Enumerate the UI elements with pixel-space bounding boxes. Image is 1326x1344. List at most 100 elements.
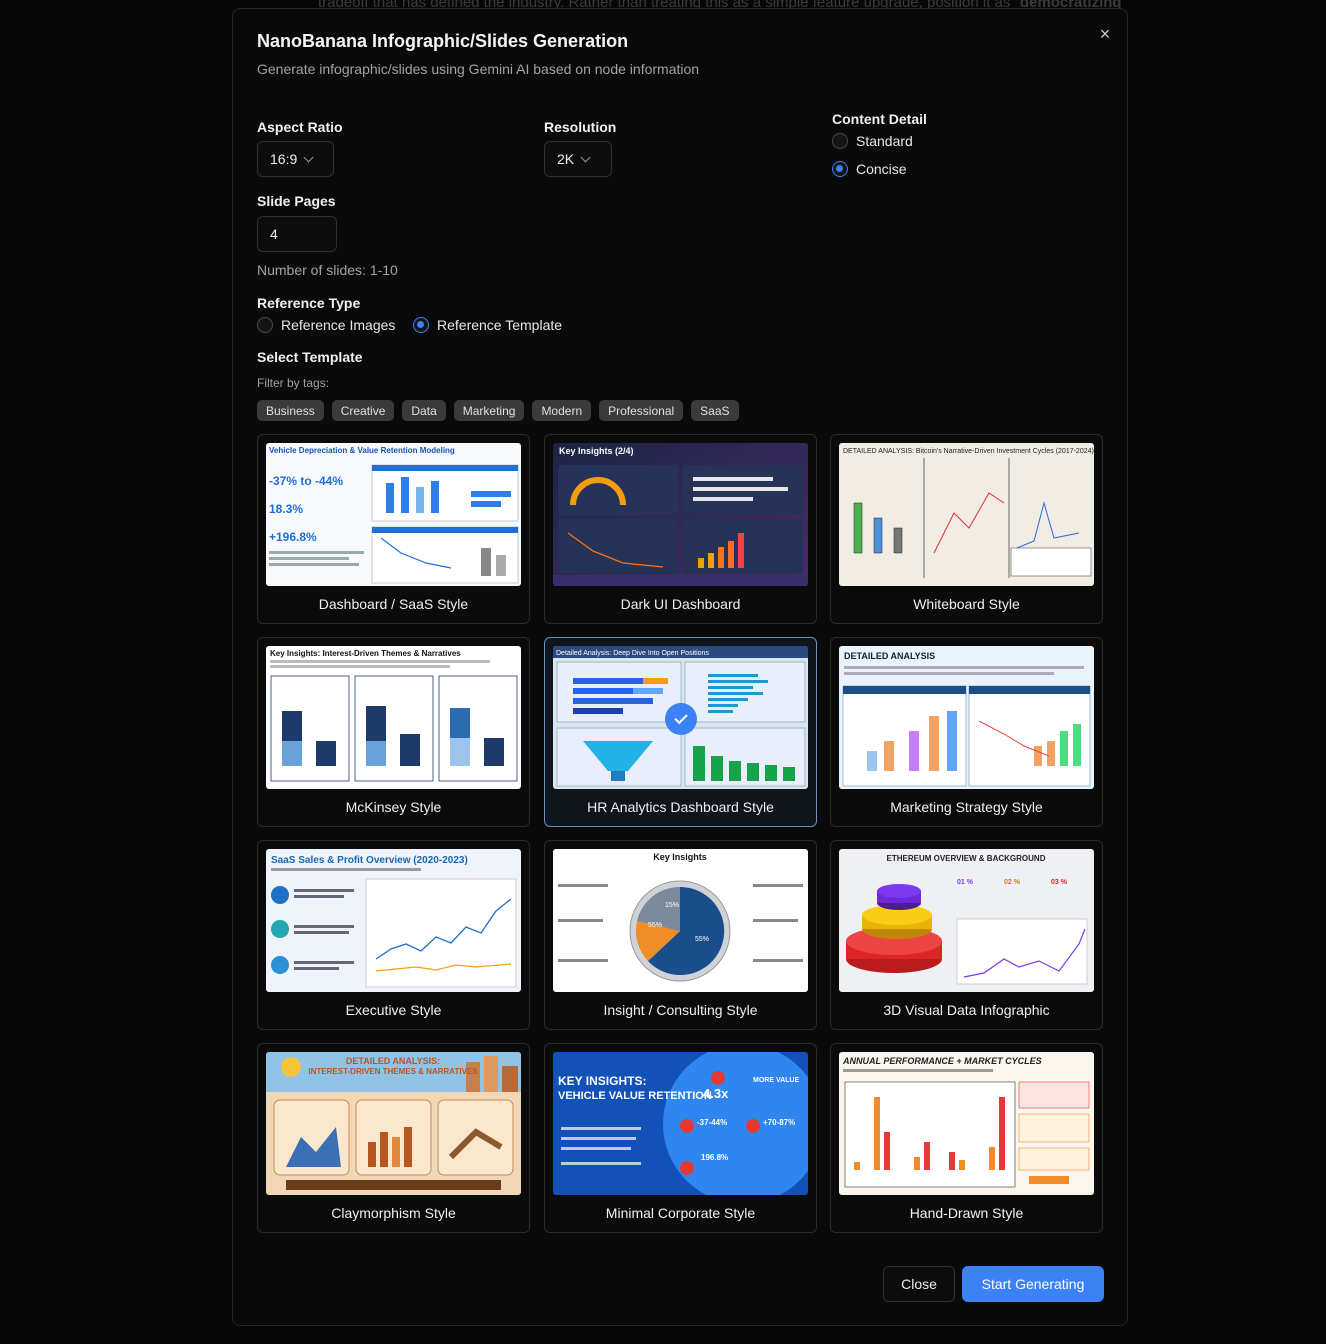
- template-card-claymorphism[interactable]: DETAILED ANALYSIS: INTEREST-DRIVEN THEME…: [257, 1043, 530, 1233]
- slide-pages-label: Slide Pages: [257, 193, 336, 209]
- selected-check-icon: [665, 703, 697, 735]
- template-card-3d-visual[interactable]: ETHEREUM OVERVIEW & BACKGROUND 01 % 02 %…: [830, 840, 1103, 1030]
- tag-professional[interactable]: Professional: [599, 400, 684, 421]
- content-detail-standard[interactable]: Standard: [832, 133, 913, 149]
- thumb-subtitle: INTEREST-DRIVEN THEMES & NARRATIVES: [308, 1067, 478, 1076]
- template-name: HR Analytics Dashboard Style: [587, 799, 774, 815]
- template-name: Marketing Strategy Style: [890, 799, 1043, 815]
- thumb-stat: 01 %: [957, 879, 974, 886]
- template-thumbnail: Key Insights (2/4): [553, 443, 808, 586]
- thumb-stat: +70-87%: [763, 1118, 795, 1127]
- reference-template-option[interactable]: Reference Template: [413, 317, 562, 333]
- thumb-title: Detailed Analysis: Deep Dive Into Open P…: [556, 650, 709, 657]
- resolution-select[interactable]: 2K: [544, 141, 612, 177]
- thumb-title: DETAILED ANALYSIS: Bitcoin's Narrative-D…: [843, 448, 1094, 455]
- template-card-executive[interactable]: SaaS Sales & Profit Overview (2020-2023)…: [257, 840, 530, 1030]
- chevron-down-icon: [580, 152, 591, 162]
- resolution-value: 2K: [557, 151, 575, 167]
- thumb-stat: 02 %: [1004, 879, 1021, 886]
- thumb-title: DETAILED ANALYSIS: [844, 651, 935, 661]
- tag-business[interactable]: Business: [257, 400, 324, 421]
- thumb-stat: 55%: [648, 922, 662, 929]
- template-card-minimal-corporate[interactable]: KEY INSIGHTS: VEHICLE VALUE RETENTION 4.…: [544, 1043, 817, 1233]
- close-icon[interactable]: ×: [1096, 25, 1114, 43]
- close-button[interactable]: Close: [883, 1266, 955, 1302]
- template-thumbnail: Key Insights 15% 55% 55%: [553, 849, 808, 992]
- thumb-title: Key Insights (2/4): [559, 446, 634, 456]
- template-name: Hand-Drawn Style: [909, 1205, 1024, 1221]
- thumb-title: KEY INSIGHTS:: [558, 1074, 646, 1088]
- aspect-ratio-value: 16:9: [270, 151, 298, 167]
- radio-selected-icon: [832, 161, 848, 177]
- tag-creative[interactable]: Creative: [331, 400, 395, 421]
- template-thumbnail: DETAILED ANALYSIS: [839, 646, 1094, 789]
- thumb-stat: +196.8%: [269, 530, 317, 544]
- reference-type-label: Reference Type: [257, 295, 361, 311]
- radio-label: Reference Template: [437, 317, 563, 333]
- generation-dialog: × NanoBanana Infographic/Slides Generati…: [232, 8, 1128, 1326]
- radio-selected-icon: [413, 317, 429, 333]
- template-card-dark-ui[interactable]: Key Insights (2/4) Dark UI Dashboard: [544, 434, 817, 624]
- template-thumbnail: SaaS Sales & Profit Overview (2020-2023): [266, 849, 521, 992]
- content-detail-concise[interactable]: Concise: [832, 161, 907, 177]
- thumb-title: Key Insights: Interest-Driven Themes & N…: [270, 649, 461, 658]
- content-detail-label: Content Detail: [832, 111, 927, 127]
- template-thumbnail: ANNUAL PERFORMANCE + MARKET CYCLES: [839, 1052, 1094, 1195]
- thumb-stat: 15%: [665, 902, 679, 909]
- thumb-title: SaaS Sales & Profit Overview (2020-2023): [271, 855, 468, 866]
- tag-modern[interactable]: Modern: [532, 400, 592, 421]
- template-name: McKinsey Style: [345, 799, 442, 815]
- thumb-more-value: MORE VALUE: [753, 1077, 799, 1084]
- template-card-hr-analytics[interactable]: Detailed Analysis: Deep Dive Into Open P…: [544, 637, 817, 827]
- radio-icon: [832, 133, 848, 149]
- template-thumbnail: DETAILED ANALYSIS: INTEREST-DRIVEN THEME…: [266, 1052, 521, 1195]
- thumb-stat: 03 %: [1051, 879, 1068, 886]
- thumb-stat: 196.8%: [701, 1153, 728, 1162]
- reference-images-option[interactable]: Reference Images: [257, 317, 395, 333]
- template-thumbnail: Key Insights: Interest-Driven Themes & N…: [266, 646, 521, 789]
- thumb-title: DETAILED ANALYSIS:: [346, 1056, 440, 1066]
- template-name: 3D Visual Data Infographic: [883, 1002, 1050, 1018]
- template-card-insight-consulting[interactable]: Key Insights 15% 55% 55% Insight / Consu…: [544, 840, 817, 1030]
- dialog-title: NanoBanana Infographic/Slides Generation: [257, 31, 629, 51]
- slide-pages-hint: Number of slides: 1-10: [257, 262, 398, 278]
- template-thumbnail: Vehicle Depreciation & Value Retention M…: [266, 443, 521, 586]
- chevron-down-icon: [303, 152, 314, 162]
- radio-icon: [257, 317, 273, 333]
- thumb-stat: -37-44%: [697, 1118, 727, 1127]
- template-card-dashboard-saas[interactable]: Vehicle Depreciation & Value Retention M…: [257, 434, 530, 624]
- template-thumbnail: ETHEREUM OVERVIEW & BACKGROUND 01 % 02 %…: [839, 849, 1094, 992]
- aspect-ratio-label: Aspect Ratio: [257, 119, 343, 135]
- template-name: Dashboard / SaaS Style: [318, 596, 469, 612]
- template-name: Dark UI Dashboard: [620, 596, 741, 612]
- slide-pages-input[interactable]: 4: [257, 216, 337, 252]
- filter-tags-label: Filter by tags:: [257, 376, 330, 390]
- radio-label: Concise: [856, 161, 907, 177]
- template-thumbnail: DETAILED ANALYSIS: Bitcoin's Narrative-D…: [839, 443, 1094, 586]
- tag-filter-list: Business Creative Data Marketing Modern …: [257, 400, 739, 421]
- tag-data[interactable]: Data: [402, 400, 446, 421]
- radio-label: Standard: [856, 133, 913, 149]
- tag-saas[interactable]: SaaS: [691, 400, 739, 421]
- tag-marketing[interactable]: Marketing: [453, 400, 525, 421]
- thumb-stat: 4.3x: [703, 1086, 729, 1101]
- template-name: Minimal Corporate Style: [605, 1205, 756, 1221]
- dialog-subtitle: Generate infographic/slides using Gemini…: [257, 61, 700, 77]
- aspect-ratio-select[interactable]: 16:9: [257, 141, 334, 177]
- radio-label: Reference Images: [281, 317, 396, 333]
- thumb-title: Vehicle Depreciation & Value Retention M…: [269, 446, 455, 455]
- thumb-stat: 18.3%: [269, 502, 303, 516]
- start-generating-button[interactable]: Start Generating: [962, 1266, 1104, 1302]
- template-thumbnail: KEY INSIGHTS: VEHICLE VALUE RETENTION 4.…: [553, 1052, 808, 1195]
- select-template-label: Select Template: [257, 349, 363, 365]
- template-card-whiteboard[interactable]: DETAILED ANALYSIS: Bitcoin's Narrative-D…: [830, 434, 1103, 624]
- thumb-title: ANNUAL PERFORMANCE + MARKET CYCLES: [842, 1056, 1042, 1066]
- thumb-subtitle: VEHICLE VALUE RETENTION: [558, 1090, 712, 1102]
- template-card-marketing-strategy[interactable]: DETAILED ANALYSIS Marketing Strategy Sty…: [830, 637, 1103, 827]
- template-card-mckinsey[interactable]: Key Insights: Interest-Driven Themes & N…: [257, 637, 530, 827]
- template-card-hand-drawn[interactable]: ANNUAL PERFORMANCE + MARKET CYCLES Hand-…: [830, 1043, 1103, 1233]
- thumb-title: ETHEREUM OVERVIEW & BACKGROUND: [887, 854, 1046, 863]
- template-name: Insight / Consulting Style: [603, 1002, 758, 1018]
- template-name: Executive Style: [345, 1002, 442, 1018]
- thumb-title: Key Insights: [653, 852, 707, 862]
